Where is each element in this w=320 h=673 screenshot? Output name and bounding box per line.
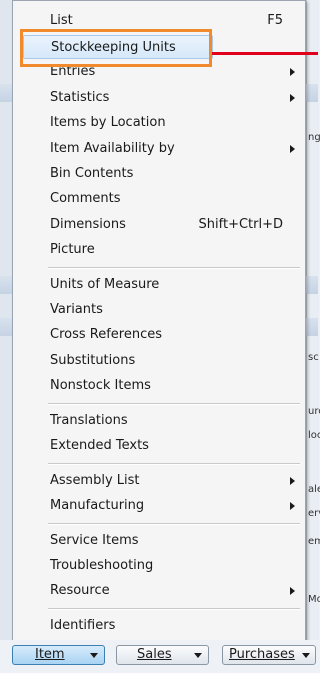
menu-item-label: Comments [50,191,121,206]
menu-item-dimensions[interactable]: Dimensions Shift+Ctrl+D [13,213,305,237]
menu-item-label: Items by Location [50,115,166,130]
menu-item-extended-texts[interactable]: Extended Texts [13,434,305,458]
background-text-fragment: Mo [308,594,320,605]
menu-item-label: Troubleshooting [50,558,154,573]
annotation-pointer-line [212,52,318,55]
submenu-arrow-icon [290,68,295,76]
menu-separator [48,523,300,525]
menu-item-nonstock-items[interactable]: Nonstock Items [13,374,305,398]
menu-item-label: Nonstock Items [50,378,151,393]
submenu-arrow-icon [290,145,295,153]
submenu-arrow-icon [290,477,295,485]
background-text-fragment: sc [308,352,319,363]
annotation-highlight-box [20,29,212,67]
background-text-fragment: erv [308,508,320,519]
menu-item-units-of-measure[interactable]: Units of Measure [13,273,305,297]
menu-item-resource[interactable]: Resource [13,579,305,603]
menu-item-label: Resource [50,583,110,598]
menu-item-bin-contents[interactable]: Bin Contents [13,162,305,186]
chevron-down-icon [194,653,202,658]
menu-item-service-items[interactable]: Service Items [13,529,305,553]
submenu-arrow-icon [290,587,295,595]
menu-item-items-by-location[interactable]: Items by Location [13,111,305,135]
menu-item-cross-references[interactable]: Cross References [13,323,305,347]
menu-item-shortcut: F5 [267,13,283,28]
menu-item-identifiers[interactable]: Identifiers [13,614,305,638]
chevron-down-icon [302,653,310,658]
item-button-label: Item [35,647,65,662]
menu-item-label: Item Availability by [50,141,175,156]
menu-item-variants[interactable]: Variants [13,298,305,322]
menu-item-label: Variants [50,302,103,317]
menu-item-label: Bin Contents [50,166,134,181]
menu-item-label: Statistics [50,90,110,105]
menu-item-label: Units of Measure [50,277,160,292]
menu-item-label: Service Items [50,533,139,548]
menu-separator [48,267,300,269]
chevron-down-icon [90,653,98,658]
menu-item-label: Manufacturing [50,498,145,513]
menu-item-translations[interactable]: Translations [13,409,305,433]
menu-item-statistics[interactable]: Statistics [13,86,305,110]
background-text-fragment: urc [308,406,320,417]
menu-item-shortcut: Shift+Ctrl+D [198,217,283,232]
sales-button-label: Sales [137,647,172,662]
background-text-fragment: em [308,536,320,547]
menu-item-comments[interactable]: Comments [13,187,305,211]
purchases-button-label: Purchases [229,647,295,662]
menu-item-label: Picture [50,242,95,257]
item-dropdown-menu: List F5 Stockkeeping Units Entries Stati… [12,0,306,644]
menu-item-label: Dimensions [50,217,126,232]
item-menu-button[interactable]: Item [12,645,105,665]
submenu-arrow-icon [290,94,295,102]
menu-separator [48,608,300,610]
background-text-fragment: loc [308,430,320,441]
background-text-fragment: ng [308,132,320,143]
menu-item-assembly-list[interactable]: Assembly List [13,469,305,493]
menu-item-label: Translations [50,413,128,428]
background-text-fragment: ale [308,484,320,495]
menu-item-substitutions[interactable]: Substitutions [13,349,305,373]
menu-item-label: Substitutions [50,353,136,368]
action-toolbar: Item Sales Purchases [0,640,318,673]
purchases-menu-button[interactable]: Purchases [222,645,316,665]
sales-menu-button[interactable]: Sales [116,645,209,665]
menu-item-troubleshooting[interactable]: Troubleshooting [13,554,305,578]
menu-item-item-availability-by[interactable]: Item Availability by [13,137,305,161]
menu-item-label: Assembly List [50,473,140,488]
menu-item-manufacturing[interactable]: Manufacturing [13,494,305,518]
menu-separator [48,403,300,405]
menu-item-picture[interactable]: Picture [13,238,305,262]
menu-item-label: Cross References [50,327,163,342]
submenu-arrow-icon [290,502,295,510]
menu-separator [48,463,300,465]
menu-item-label: Identifiers [50,618,116,633]
menu-item-label: Extended Texts [50,438,149,453]
